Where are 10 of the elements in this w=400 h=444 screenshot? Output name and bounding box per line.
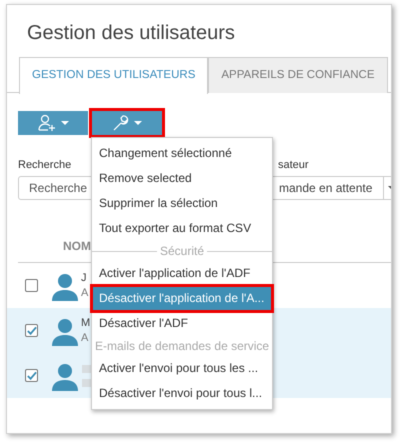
menu-section-header: Sécurité bbox=[160, 243, 204, 260]
page-title: Gestion des utilisateurs bbox=[26, 21, 236, 46]
user-detail: A bbox=[81, 330, 90, 346]
menu-section-header: E-mails de demandes de service bbox=[95, 338, 270, 355]
user-detail: A bbox=[81, 286, 88, 300]
column-header: NOM bbox=[63, 239, 91, 253]
user-name: M bbox=[81, 316, 90, 330]
field-label: sateur bbox=[278, 158, 309, 173]
field-label: Recherche bbox=[18, 158, 72, 173]
user-name: J bbox=[81, 270, 88, 286]
